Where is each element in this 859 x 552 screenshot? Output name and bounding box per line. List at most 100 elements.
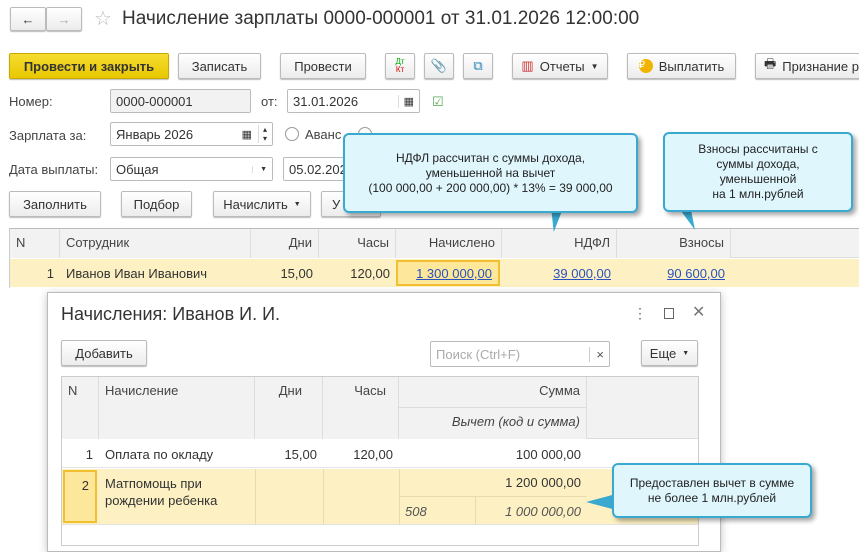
row-deduction-sum: 1 000 000,00 <box>505 503 581 519</box>
row-contrib-link[interactable]: 90 600,00 <box>617 259 731 287</box>
main-table: N Сотрудник Дни Часы Начислено НДФЛ Взно… <box>9 228 859 288</box>
callout-line: не более 1 млн.рублей <box>647 490 777 505</box>
period-value: Январь 2026 <box>116 126 194 142</box>
search-placeholder: Поиск (Ctrl+F) <box>436 346 521 362</box>
date-label: от: <box>261 94 278 109</box>
document-check-icon[interactable]: ☑ <box>432 94 444 110</box>
callout-line: НДФЛ рассчитан с суммы дохода, <box>395 150 586 165</box>
row-ndfl-link[interactable]: 39 000,00 <box>502 259 617 287</box>
more-actions-icon[interactable]: ⋮ <box>633 305 647 322</box>
pay-label: Выплатить <box>658 58 725 74</box>
col-hours[interactable]: Часы <box>319 229 396 258</box>
more-label: Еще <box>649 345 677 361</box>
clear-search-button[interactable]: × <box>589 346 604 362</box>
row-hours: 120,00 <box>350 265 390 281</box>
col-divider <box>323 469 324 525</box>
callout-line: (100 000,00 + 200 000,00) * 13% = 39 000… <box>368 180 613 195</box>
calendar-icon[interactable]: ▦ <box>242 128 258 141</box>
window-title: Начисление зарплаты 0000-000001 от 31.01… <box>122 8 640 29</box>
col-contrib[interactable]: Взносы <box>617 229 731 258</box>
col-divider <box>255 469 256 525</box>
back-button[interactable]: ← <box>10 7 46 31</box>
paydate-type-value: Общая <box>116 161 159 177</box>
row-sum: 1 200 000,00 <box>399 469 587 497</box>
row-accrued-link[interactable]: 1 300 000,00 <box>396 260 500 286</box>
spin-icon[interactable]: ▴ ▾ <box>257 125 267 143</box>
row-days: 15,00 <box>284 446 317 462</box>
accruals-table: N Начисление Дни Часы Сумма Вычет (код и… <box>61 376 699 546</box>
row-n: 1 <box>85 446 93 462</box>
col-deduction[interactable]: Вычет (код и сумма) <box>399 408 587 439</box>
callout-line: уменьшенной на вычет <box>425 165 556 180</box>
number-label: Номер: <box>9 94 53 109</box>
row-accrual: Оплата по окладу <box>105 446 214 462</box>
recognition-label: Признание р <box>782 58 859 74</box>
maximize-icon[interactable] <box>664 308 674 319</box>
col-accrual[interactable]: Начисление <box>99 377 255 439</box>
attach-button[interactable]: 📎 <box>424 53 454 79</box>
ruble-coin-icon: ₽ <box>638 59 653 73</box>
structure-button[interactable]: ⧉ <box>463 53 493 79</box>
callout-line: суммы дохода, <box>716 157 800 171</box>
table-row[interactable]: 1 Иванов Иван Иванович 15,00 120,00 1 30… <box>10 259 859 287</box>
printer-icon: 🖶 <box>764 56 777 71</box>
hierarchy-icon: ⧉ <box>473 58 483 73</box>
paperclip-icon: 📎 <box>430 58 448 73</box>
row-accrual: Матпомощь при рождении ребенка <box>105 476 218 508</box>
calendar-icon[interactable]: ▦ <box>397 94 414 108</box>
more-button[interactable]: Еще ▼ <box>641 340 698 366</box>
paydate-label: Дата выплаты: <box>9 162 99 177</box>
period-label: Зарплата за: <box>9 128 87 143</box>
col-n[interactable]: N <box>62 377 99 439</box>
pay-button[interactable]: ₽ Выплатить <box>627 53 736 79</box>
row-n: 1 <box>46 265 54 281</box>
callout-line: на 1 млн.рублей <box>712 187 804 201</box>
number-field[interactable]: 0000-000001 <box>110 89 251 113</box>
paydate-type-select[interactable]: Общая ▼ <box>110 157 273 181</box>
dropdown-arrow-icon: ▼ <box>293 200 301 208</box>
post-button[interactable]: Провести <box>280 53 366 79</box>
search-input[interactable]: Поиск (Ctrl+F) × <box>430 341 610 367</box>
reports-label: Отчеты <box>539 58 585 74</box>
fill-button[interactable]: Заполнить <box>9 191 101 217</box>
dropdown-arrow-icon: ▼ <box>252 165 267 173</box>
date-field[interactable]: 31.01.2026 ▦ <box>287 89 420 113</box>
forward-button[interactable]: → <box>46 7 82 31</box>
row-sum: 100 000,00 <box>515 446 581 462</box>
report-icon: ▥ <box>521 58 534 73</box>
callout-line: уменьшенной <box>719 172 797 186</box>
advance-radio[interactable] <box>285 127 299 141</box>
table-row[interactable]: 1 Оплата по окладу 15,00 120,00 100 000,… <box>62 440 698 468</box>
callout-line: Взносы рассчитаны с <box>698 142 818 156</box>
col-sum[interactable]: Сумма <box>399 377 587 408</box>
row-deduction-code: 508 <box>399 497 476 525</box>
col-hours[interactable]: Часы <box>323 377 399 439</box>
callout-line: Предоставлен вычет в сумме <box>629 475 795 490</box>
close-icon[interactable]: ✕ <box>692 302 705 322</box>
select-button[interactable]: Подбор <box>121 191 192 217</box>
period-field[interactable]: Январь 2026 ▦ ▴ ▾ <box>110 122 273 146</box>
save-button[interactable]: Записать <box>178 53 261 79</box>
col-ndfl[interactable]: НДФЛ <box>502 229 617 258</box>
dropdown-arrow-icon: ▼ <box>682 349 690 357</box>
contributions-callout: Взносы рассчитаны с суммы дохода, уменьш… <box>663 132 853 212</box>
accrue-label: Начислить <box>223 196 288 212</box>
post-and-close-button[interactable]: Провести и закрыть <box>9 53 169 79</box>
add-button[interactable]: Добавить <box>61 340 147 366</box>
favorite-star-icon[interactable]: ☆ <box>94 6 112 31</box>
col-days[interactable]: Дни <box>255 377 323 439</box>
dropdown-arrow-icon: ▼ <box>590 61 599 71</box>
row-employee: Иванов Иван Иванович <box>66 265 208 281</box>
col-days[interactable]: Дни <box>251 229 319 258</box>
col-employee[interactable]: Сотрудник <box>60 229 251 258</box>
row-n: 2 <box>63 470 97 523</box>
ndfl-callout: НДФЛ рассчитан с суммы дохода, уменьшенн… <box>343 133 638 213</box>
reports-button[interactable]: ▥ Отчеты ▼ <box>512 53 608 79</box>
dt-kt-button[interactable]: Дт Кт <box>385 53 415 79</box>
accrue-button[interactable]: Начислить ▼ <box>213 191 311 217</box>
col-n[interactable]: N <box>10 229 60 258</box>
date-value: 31.01.2026 <box>293 93 359 109</box>
col-accrued[interactable]: Начислено <box>396 229 502 258</box>
dialog-title: Начисления: Иванов И. И. <box>61 304 281 324</box>
recognition-button[interactable]: 🖶 Признание р <box>755 53 859 79</box>
